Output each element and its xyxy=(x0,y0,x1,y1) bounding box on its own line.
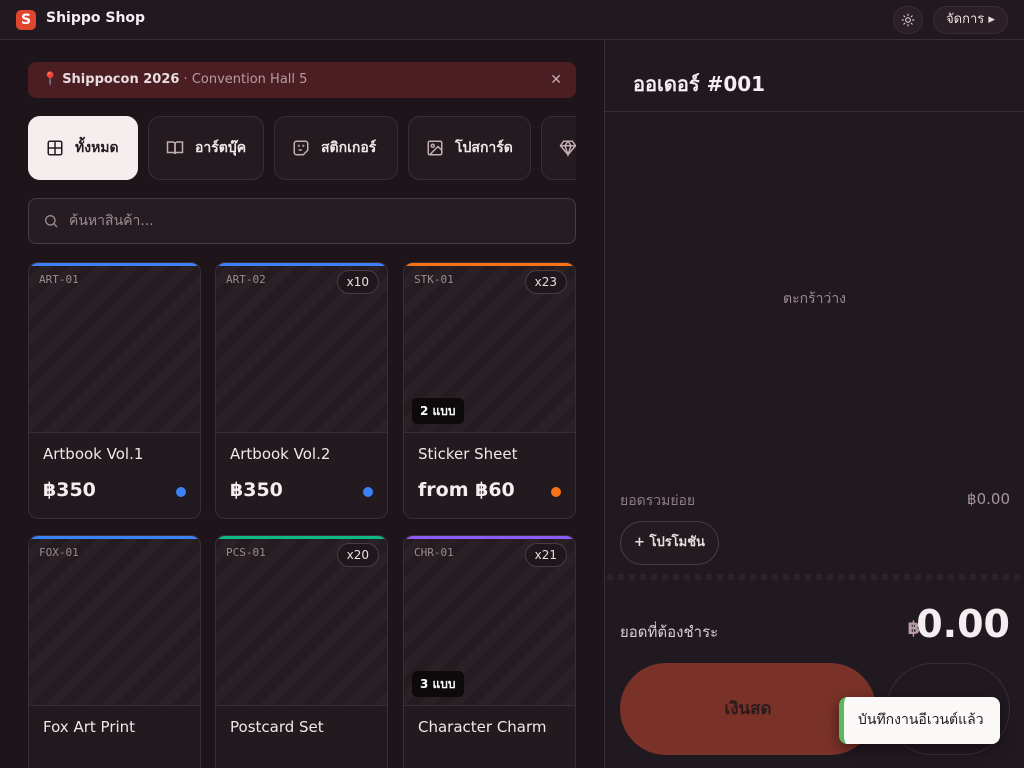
stock-badge: x20 xyxy=(336,543,379,567)
product-code: FOX-01 xyxy=(39,546,79,559)
category-stripe xyxy=(216,263,387,266)
add-promotion-button[interactable]: + โปรโมชัน xyxy=(620,521,719,565)
category-dot xyxy=(176,487,186,497)
tab-label: ทั้งหมด xyxy=(75,140,119,156)
product-card[interactable]: PCS-01 x20 Postcard Set xyxy=(215,535,388,768)
event-location: Convention Hall 5 xyxy=(191,72,308,87)
top-bar: S Shippo Shop จัดการ ▸ xyxy=(0,0,1024,40)
product-code: ART-01 xyxy=(39,273,79,286)
search-box xyxy=(28,198,576,244)
stock-badge: x23 xyxy=(524,270,567,294)
manage-button[interactable]: จัดการ ▸ xyxy=(933,6,1008,34)
tab-label: สติกเกอร์ xyxy=(321,140,377,156)
product-card[interactable]: STK-01 x23 2 แบบ Sticker Sheet from ฿60 xyxy=(403,262,576,519)
cash-payment-button[interactable]: เงินสด xyxy=(620,663,876,755)
stock-badge: x21 xyxy=(524,543,567,567)
event-banner: 📍 Shippocon 2026 · Convention Hall 5 ✕ xyxy=(28,62,576,98)
app-logo: S xyxy=(16,10,36,30)
tab-charm[interactable] xyxy=(541,116,576,180)
product-card[interactable]: ART-01 Artbook Vol.1 ฿350 xyxy=(28,262,201,519)
sun-icon xyxy=(901,13,915,27)
search-icon xyxy=(45,215,58,228)
category-dot xyxy=(363,487,373,497)
pin-icon: 📍 xyxy=(42,72,59,87)
order-pane: ออเดอร์ #001 ตะกร้าว่าง ยอดรวมย่อย ฿0.00… xyxy=(604,40,1024,768)
event-name: Shippocon 2026 xyxy=(62,72,180,87)
tab-all[interactable]: ทั้งหมด xyxy=(28,116,138,180)
product-code: PCS-01 xyxy=(226,546,266,559)
product-code: ART-02 xyxy=(226,273,266,286)
tab-artbook[interactable]: อาร์ตบุ๊ค xyxy=(148,116,264,180)
product-image xyxy=(29,263,200,433)
variants-badge: 3 แบบ xyxy=(412,671,464,697)
order-title: ออเดอร์ #001 xyxy=(633,72,766,96)
category-stripe xyxy=(29,536,200,539)
tab-label: อาร์ตบุ๊ค xyxy=(195,140,247,156)
product-price: ฿350 xyxy=(230,479,283,501)
event-separator: · xyxy=(179,72,192,87)
close-icon[interactable]: ✕ xyxy=(550,62,562,98)
sticker-icon xyxy=(293,140,309,156)
gem-icon xyxy=(559,139,576,157)
product-card[interactable]: ART-02 x10 Artbook Vol.2 ฿350 xyxy=(215,262,388,519)
app-title: Shippo Shop xyxy=(46,10,146,26)
product-image xyxy=(29,536,200,706)
tab-postcard[interactable]: โปสการ์ด xyxy=(408,116,531,180)
toast-notification: บันทึกงานอีเวนต์แล้ว xyxy=(839,697,1000,744)
variants-badge: 2 แบบ xyxy=(412,398,464,424)
stock-badge: x10 xyxy=(336,270,379,294)
product-price: ฿350 xyxy=(43,479,96,501)
product-name: Postcard Set xyxy=(230,718,324,736)
product-code: CHR-01 xyxy=(414,546,454,559)
search-input[interactable] xyxy=(69,209,549,233)
divider xyxy=(605,111,1024,112)
category-stripe xyxy=(29,263,200,266)
category-dot xyxy=(551,487,561,497)
product-name: Fox Art Print xyxy=(43,718,136,736)
total-value: 0.00 xyxy=(916,602,1010,646)
product-price: from ฿60 xyxy=(418,479,515,501)
product-name: Artbook Vol.1 xyxy=(43,445,144,463)
catalog-pane: 📍 Shippocon 2026 · Convention Hall 5 ✕ ทั… xyxy=(0,40,604,768)
product-name: Artbook Vol.2 xyxy=(230,445,331,463)
subtotal-label: ยอดรวมย่อย xyxy=(620,493,696,509)
product-card[interactable]: CHR-01 x21 3 แบบ Character Charm xyxy=(403,535,576,768)
product-name: Character Charm xyxy=(418,718,547,736)
book-icon xyxy=(166,141,184,155)
category-stripe xyxy=(404,263,575,266)
category-stripe xyxy=(216,536,387,539)
theme-toggle-button[interactable] xyxy=(893,6,923,34)
product-code: STK-01 xyxy=(414,273,454,286)
subtotal-value: ฿0.00 xyxy=(967,490,1010,508)
category-stripe xyxy=(404,536,575,539)
product-card[interactable]: FOX-01 Fox Art Print xyxy=(28,535,201,768)
tab-label: โปสการ์ด xyxy=(455,140,513,156)
empty-cart-text: ตะกร้าว่าง xyxy=(782,291,847,307)
category-tabs: ทั้งหมด อาร์ตบุ๊ค สติกเกอร์ โปสการ์ด xyxy=(28,116,576,180)
tab-sticker[interactable]: สติกเกอร์ xyxy=(274,116,398,180)
total-label: ยอดที่ต้องชำระ xyxy=(620,623,719,641)
product-name: Sticker Sheet xyxy=(418,445,518,463)
image-icon xyxy=(427,140,443,156)
grid-icon xyxy=(47,140,63,156)
receipt-perforation xyxy=(605,573,1024,581)
